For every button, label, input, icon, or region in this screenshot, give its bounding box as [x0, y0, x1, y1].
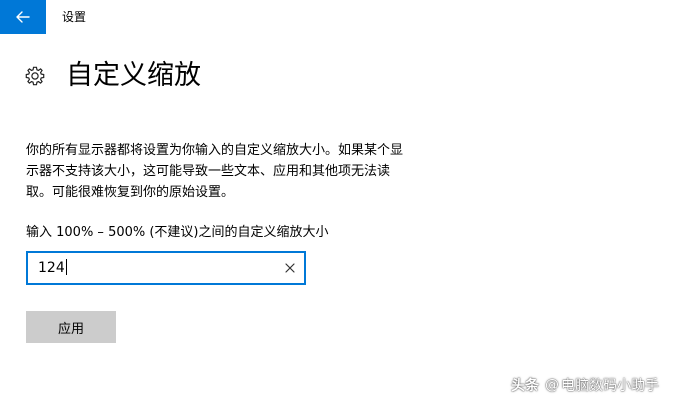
close-icon: [285, 263, 295, 273]
back-button[interactable]: [0, 0, 46, 34]
apply-button[interactable]: 应用: [26, 311, 116, 343]
scale-input[interactable]: 124: [26, 251, 306, 285]
window-title: 设置: [62, 10, 87, 24]
watermark-brand: 头条: [511, 378, 539, 394]
text-caret: [65, 259, 67, 275]
page-header: 自定义缩放: [24, 58, 201, 94]
description-line: 取。可能很难恢复到你的原始设置。: [26, 185, 235, 200]
gear-icon: [25, 66, 45, 86]
description-text: 你的所有显示器都将设置为你输入的自定义缩放大小。如果某个显 示器不支持该大小，这…: [26, 140, 466, 203]
arrow-left-icon: [16, 11, 30, 23]
clear-input-button[interactable]: [282, 260, 298, 276]
page-title: 自定义缩放: [66, 60, 201, 91]
description-line: 你的所有显示器都将设置为你输入的自定义缩放大小。如果某个显: [26, 143, 404, 158]
scale-field-label: 输入 100% – 500% (不建议)之间的自定义缩放大小: [26, 225, 329, 240]
description-line: 示器不支持该大小，这可能导致一些文本、应用和其他项无法读: [26, 164, 391, 179]
watermark: 头条 @ 电脑数码小助手: [511, 375, 659, 395]
watermark-at: @: [545, 377, 559, 393]
title-bar: 设置: [0, 0, 673, 34]
watermark-account: 电脑数码小助手: [561, 378, 659, 394]
scale-input-value[interactable]: 124: [38, 259, 67, 277]
